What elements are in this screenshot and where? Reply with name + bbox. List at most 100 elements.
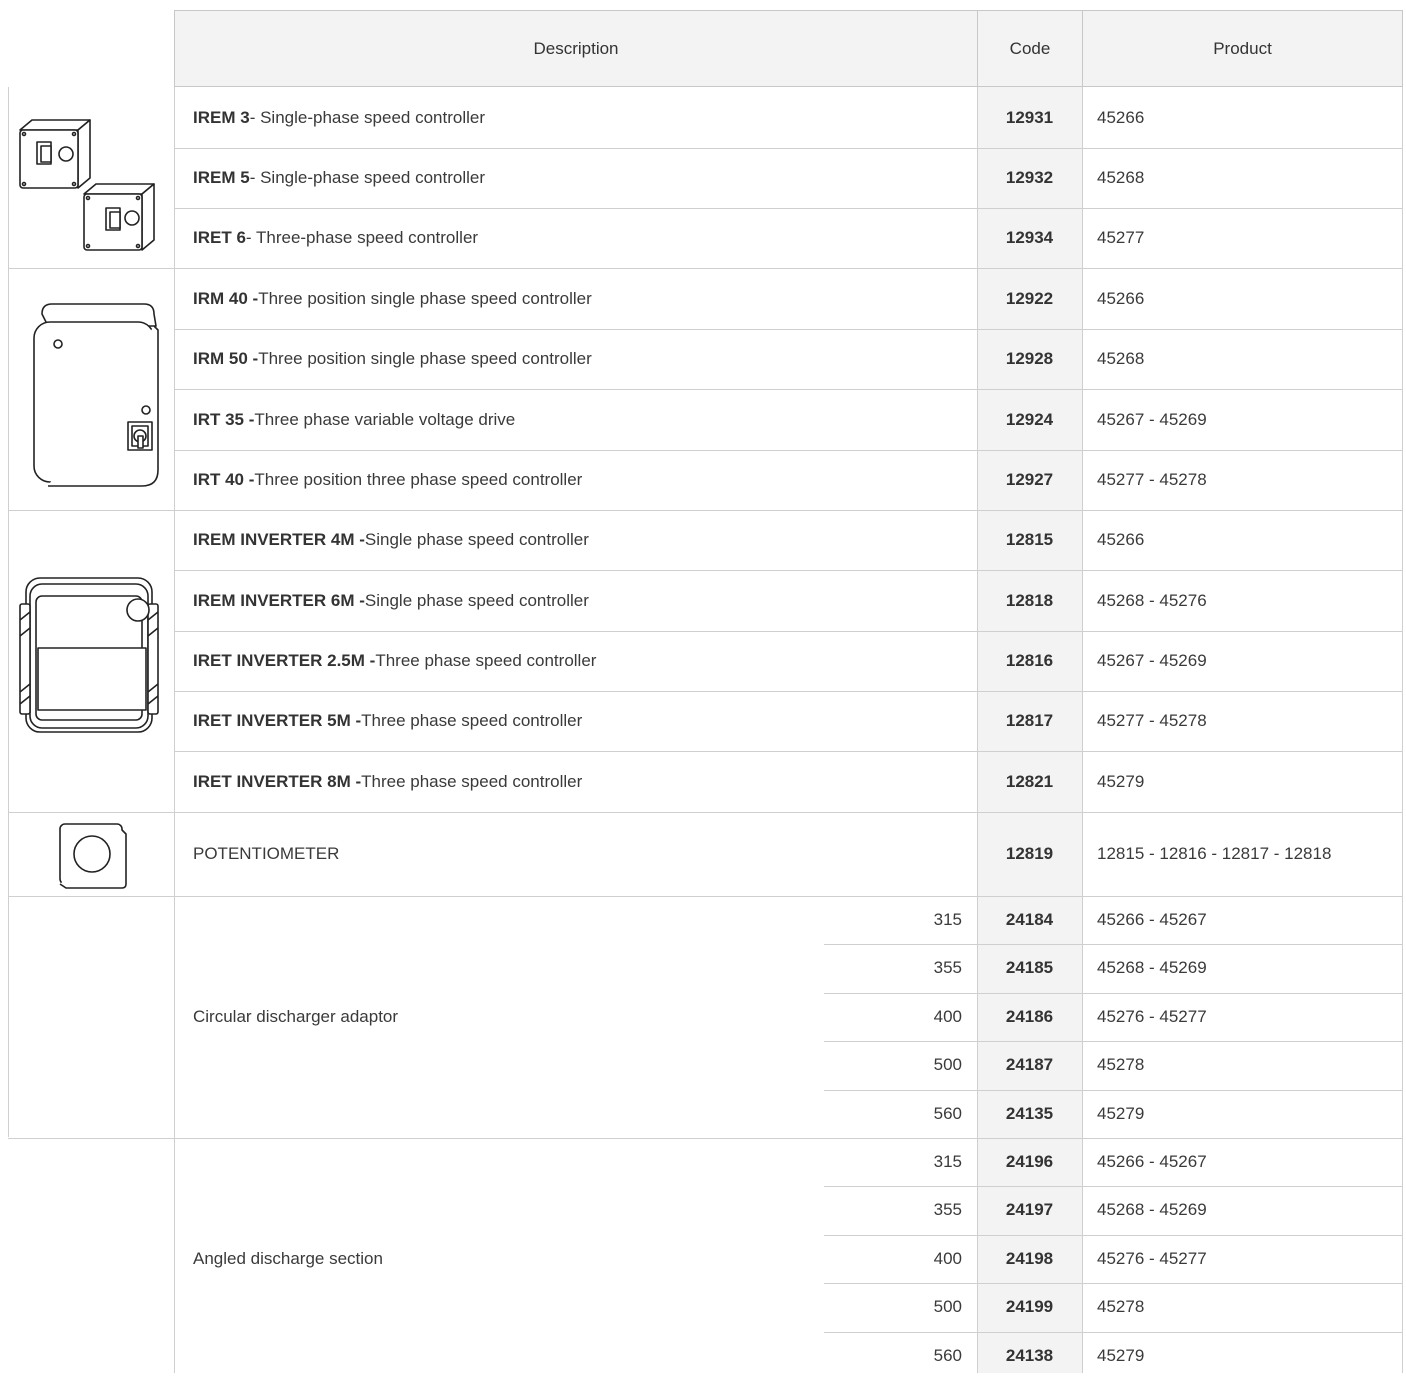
row-code: 24135 — [1005, 1104, 1054, 1123]
row-product: 45266 — [1097, 288, 1145, 308]
row-product: 45277 — [1097, 228, 1145, 247]
product-desc: Single phase speed controller — [364, 530, 589, 549]
row-code: 12932 — [1005, 168, 1054, 187]
header-description: Description — [174, 10, 978, 87]
row-code: 12922 — [1005, 288, 1054, 308]
header-code: Code — [977, 10, 1083, 87]
product-desc: POTENTIOMETER — [193, 844, 340, 863]
row-product: 45268 - 45269 — [1097, 1200, 1207, 1219]
row-code: 24186 — [1005, 1007, 1054, 1026]
product-name: IRET INVERTER 2.5M - — [193, 651, 376, 670]
row-code: 12818 — [1005, 590, 1054, 610]
product-desc: Three phase speed controller — [361, 771, 583, 791]
row-description: IREM 5 - Single-phase speed controller — [193, 148, 485, 208]
row-code: 24187 — [1005, 1055, 1054, 1074]
row-size: 400 — [933, 1249, 962, 1268]
section-label: Angled discharge section — [193, 1249, 383, 1268]
row-product: 45278 — [1097, 1055, 1145, 1074]
product-name: IREM INVERTER 6M - — [193, 590, 365, 610]
product-desc: Single phase speed controller — [364, 590, 589, 610]
row-product: 12815 - 12816 - 12817 - 12818 — [1097, 844, 1332, 863]
code-column-left-border — [977, 87, 978, 1373]
icon-column-border — [174, 87, 175, 1373]
row-description: IREM 3 - Single-phase speed controller — [193, 87, 485, 148]
row-description: IRET 6 - Three-phase speed controller — [193, 208, 478, 268]
header-product: Product — [1082, 10, 1403, 87]
row-code: 24198 — [1005, 1249, 1054, 1268]
row-product: 45266 — [1097, 107, 1145, 127]
row-code: 12816 — [1005, 651, 1054, 670]
product-name: IRM 40 - — [193, 288, 259, 308]
product-name: IRT 40 - — [193, 470, 255, 489]
product-desc: - Single-phase speed controller — [249, 168, 485, 187]
row-code: 24185 — [1005, 958, 1054, 977]
product-desc: Three phase speed controller — [361, 711, 583, 730]
row-code: 12927 — [1005, 470, 1054, 489]
row-size: 315 — [933, 1152, 962, 1171]
row-product: 45279 — [1097, 1104, 1145, 1123]
product-desc: Three position single phase speed contro… — [258, 349, 592, 368]
row-description: IREM INVERTER 6M - Single phase speed co… — [193, 570, 589, 631]
row-code: 24196 — [1005, 1152, 1054, 1171]
product-name: IRET INVERTER 8M - — [193, 771, 362, 791]
row-code: 12815 — [1005, 530, 1054, 549]
row-product: 45266 - 45267 — [1097, 910, 1207, 929]
row-code: 12817 — [1005, 711, 1054, 730]
row-code: 12934 — [1005, 228, 1054, 247]
row-description: IRET INVERTER 2.5M - Three phase speed c… — [193, 631, 596, 691]
row-product: 45267 - 45269 — [1097, 651, 1207, 670]
product-name: IREM 5 — [193, 168, 250, 187]
product-desc: Three phase variable voltage drive — [254, 409, 516, 429]
row-description: IRT 40 - Three position three phase spee… — [193, 450, 582, 510]
row-code: 12819 — [1005, 844, 1054, 863]
row-size: 315 — [933, 910, 962, 929]
row-size: 355 — [933, 958, 962, 977]
row-product: 45268 - 45276 — [1097, 590, 1207, 610]
row-description: IRET INVERTER 8M - Three phase speed con… — [193, 751, 582, 812]
product-desc: Three position three phase speed control… — [254, 470, 583, 489]
row-description: IRM 50 - Three position single phase spe… — [193, 329, 592, 389]
code-column-right-border — [1082, 87, 1083, 1373]
product-name: IRET 6 — [193, 228, 246, 247]
row-code: 12924 — [1005, 409, 1054, 429]
row-description: IRET INVERTER 5M - Three phase speed con… — [193, 691, 582, 751]
row-product: 45276 - 45277 — [1097, 1249, 1207, 1268]
row-product: 45268 - 45269 — [1097, 958, 1207, 977]
inverter-unit-icon — [19, 577, 159, 733]
product-desc: - Three-phase speed controller — [245, 228, 479, 247]
row-code: 24197 — [1005, 1200, 1054, 1219]
product-name: IREM INVERTER 4M - — [193, 530, 365, 549]
row-code: 12821 — [1005, 771, 1054, 791]
row-product: 45266 - 45267 — [1097, 1152, 1207, 1171]
row-code: 12928 — [1005, 349, 1054, 368]
row-product: 45267 - 45269 — [1097, 409, 1207, 429]
row-code: 24184 — [1005, 910, 1054, 929]
row-code: 12931 — [1005, 107, 1054, 127]
row-description: IREM INVERTER 4M - Single phase speed co… — [193, 510, 589, 570]
row-size: 500 — [933, 1055, 962, 1074]
row-size: 400 — [933, 1007, 962, 1026]
row-product: 45279 — [1097, 771, 1145, 791]
small-enclosure-boxes-icon — [19, 119, 155, 251]
product-name: IRT 35 - — [193, 409, 255, 429]
row-description: IRM 40 - Three position single phase spe… — [193, 268, 592, 329]
product-desc: Three phase speed controller — [375, 651, 597, 670]
product-name: IREM 3 — [193, 107, 250, 127]
row-code: 24199 — [1005, 1297, 1054, 1316]
product-desc: Three position single phase speed contro… — [258, 288, 592, 308]
section-label: Circular discharger adaptor — [193, 1007, 399, 1026]
wall-enclosure-switch-icon — [33, 303, 159, 487]
row-size: 355 — [933, 1200, 962, 1219]
right-border — [1402, 87, 1403, 1373]
row-product: 45268 — [1097, 168, 1145, 187]
left-border — [8, 87, 9, 1137]
row-product: 45277 - 45278 — [1097, 711, 1207, 730]
row-description: POTENTIOMETER — [193, 812, 339, 896]
row-description: IRT 35 - Three phase variable voltage dr… — [193, 389, 515, 450]
row-product: 45266 — [1097, 530, 1145, 549]
row-product: 45276 - 45277 — [1097, 1007, 1207, 1026]
product-name: IRM 50 - — [193, 349, 259, 368]
row-product: 45268 — [1097, 349, 1145, 368]
row-product: 45278 — [1097, 1297, 1145, 1316]
row-size: 500 — [933, 1297, 962, 1316]
